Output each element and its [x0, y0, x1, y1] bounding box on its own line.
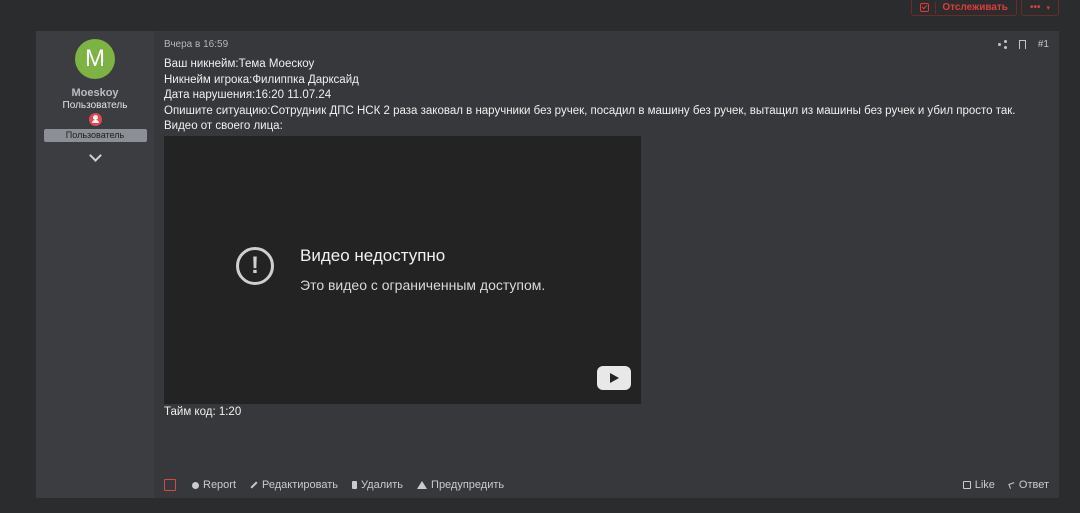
role-banner: Пользователь [43, 129, 147, 142]
edit-label: Редактировать [262, 479, 339, 491]
post-number[interactable]: #1 [1038, 39, 1049, 50]
username[interactable]: Moeskoy [71, 87, 118, 99]
warn-label: Предупредить [431, 479, 505, 491]
post-line: Опишите ситуацию:Сотрудник ДПС НСК 2 раз… [164, 104, 1016, 117]
post-body: Ваш никнейм:Тема Моескоу Никнейм игрока:… [164, 57, 1049, 135]
divider [935, 1, 937, 14]
user-column: M Moeskoy Пользователь Пользователь [36, 31, 154, 498]
watch-check-icon [920, 3, 930, 12]
post-footer: Report Редактировать Удалить Предупредит… [164, 472, 1049, 498]
watch-button[interactable]: Отслеживать [911, 0, 1017, 16]
embedded-video[interactable]: ! Видео недоступно Это видео с ограничен… [164, 135, 641, 404]
watch-label: Отслеживать [942, 2, 1008, 13]
alert-icon: ! [236, 246, 274, 285]
like-button[interactable]: Like [962, 479, 995, 491]
warning-icon [417, 481, 428, 489]
report-icon [192, 481, 199, 489]
warn-button[interactable]: Предупредить [417, 479, 504, 491]
chevron-down-icon[interactable] [88, 149, 102, 162]
youtube-icon[interactable] [597, 365, 631, 390]
video-title: Видео недоступно [300, 245, 446, 265]
post-line: Видео от своего лица: [164, 120, 283, 133]
avatar[interactable]: M [75, 39, 115, 79]
delete-label: Удалить [361, 479, 404, 491]
reply-icon [1008, 481, 1016, 489]
post-content: Вчера в 16:59 #1 Ваш никнейм:Тема Моеско… [154, 31, 1059, 498]
more-icon: ••• [1029, 2, 1041, 13]
post-header: Вчера в 16:59 #1 [164, 31, 1049, 57]
chevron-down-icon: ▾ [1046, 4, 1050, 12]
reply-button[interactable]: Ответ [1008, 479, 1049, 491]
report-label: Report [203, 479, 237, 491]
top-actions: Отслеживать ••• ▾ [911, 0, 1059, 16]
header-tools: #1 [997, 39, 1049, 50]
delete-button[interactable]: Удалить [352, 479, 403, 491]
post-line: Дата нарушения:16:20 11.07.24 [164, 89, 332, 102]
reply-label: Ответ [1018, 479, 1049, 491]
share-icon[interactable] [997, 39, 1007, 49]
select-checkbox[interactable] [164, 479, 176, 491]
post-line: Никнейм игрока:Филиппка Даркcайд [164, 73, 359, 86]
video-subtitle: Это видео с ограниченным доступом. [300, 276, 546, 293]
post-line: Ваш никнейм:Тема Моескоу [164, 58, 315, 70]
user-title: Пользователь [62, 100, 128, 111]
like-label: Like [974, 479, 995, 491]
more-options-button[interactable]: ••• ▾ [1020, 0, 1059, 16]
footer-reactions: Like Ответ [962, 479, 1049, 491]
post-timestamp[interactable]: Вчера в 16:59 [164, 39, 228, 50]
bookmark-icon[interactable] [1018, 39, 1026, 49]
timecode: Тайм код: 1:20 [164, 405, 242, 418]
thumbs-up-icon [962, 481, 971, 489]
pencil-icon [250, 481, 258, 489]
edit-button[interactable]: Редактировать [250, 479, 338, 491]
footer-actions: Report Редактировать Удалить Предупредит… [164, 479, 504, 491]
trash-icon [352, 481, 358, 489]
post: M Moeskoy Пользователь Пользователь Вчер… [36, 31, 1059, 498]
user-badge-icon [88, 113, 102, 126]
report-button[interactable]: Report [192, 479, 236, 491]
